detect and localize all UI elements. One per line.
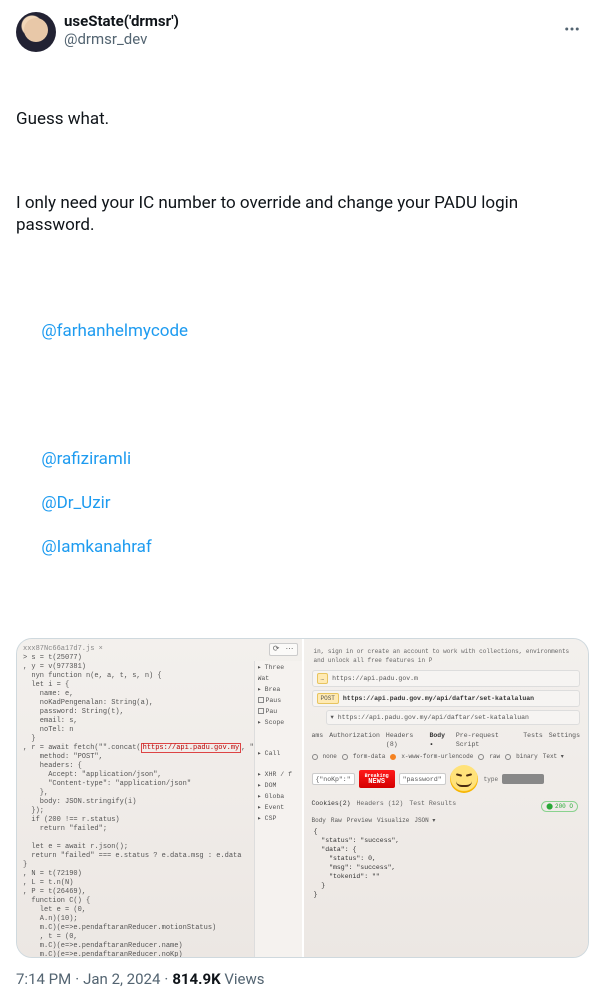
request-tabs: ams Authorization Headers (8) Body • Pre… xyxy=(312,731,581,749)
tweet-body: Guess what. I only need your IC number t… xyxy=(16,64,589,624)
devtools-side-panel: ▸ Three Wat ▸ Brea Paus Pau ▸ Scope ▸ Ca… xyxy=(254,661,302,957)
panel-item: ▸ Globa xyxy=(258,792,299,801)
media-right-postman: in, sign in or create an account to work… xyxy=(302,639,589,957)
reload-icon: ⟳ xyxy=(273,645,280,654)
url-row: ▾ https://api.padu.gov.my/api/daftar/set… xyxy=(326,710,581,725)
url-row: POST https://api.padu.gov.my/api/daftar/… xyxy=(312,690,581,707)
panel-item: Paus xyxy=(258,696,299,705)
response-tabs: Cookies(2) Headers (12) Test Results ⬤ 2… xyxy=(312,799,581,814)
panel-item: ▸ CSP xyxy=(258,814,299,823)
mention-link[interactable]: @rafiziramli xyxy=(41,449,131,469)
tweet-paragraph: I only need your IC number to override a… xyxy=(16,192,589,236)
status-badge: ⬤ 200 O xyxy=(541,801,578,812)
tab: Cookies(2) xyxy=(312,799,351,814)
mentions-row: @farhanhelmycode xyxy=(16,298,589,364)
url-text: https://api.padu.gov.my/api/daftar/set-k… xyxy=(343,694,534,703)
avatar[interactable] xyxy=(16,12,56,52)
method-pill: POST xyxy=(317,693,339,704)
panel-item: ▸ Scope xyxy=(258,718,299,727)
breaking-news-sticker: BreakingNEWS xyxy=(359,770,395,788)
tab: Settings xyxy=(549,731,580,749)
mention-link[interactable]: @farhanhelmycode xyxy=(41,321,188,341)
panel-item: ▸ Call xyxy=(258,749,299,758)
tab: Headers (12) xyxy=(357,799,404,814)
panel-item: ▸ XHR / f xyxy=(258,770,299,779)
radio-icon xyxy=(390,754,396,760)
panel-item: ▸ Event xyxy=(258,803,299,812)
tweet-media[interactable]: ⟳ ⋯ xxx87Nc66a17d7.js × > s = t(25077), … xyxy=(16,638,589,958)
tweet-time[interactable]: 7:14 PM xyxy=(16,970,71,988)
media-left-code: ⟳ ⋯ xxx87Nc66a17d7.js × > s = t(25077), … xyxy=(17,639,302,957)
url-text: https://api.padu.gov.my/api/daftar/set-k… xyxy=(338,713,529,722)
checkbox-icon xyxy=(258,697,264,703)
tab: Pre-request Script xyxy=(456,731,517,749)
views-label: Views xyxy=(224,970,264,988)
display-name: useState('drmsr') xyxy=(64,12,547,30)
redacted-block xyxy=(502,774,544,784)
panel-item: ▸ Brea xyxy=(258,685,299,694)
postman-banner: in, sign in or create an account to work… xyxy=(310,645,583,667)
panel-item: Wat xyxy=(258,674,299,683)
devtools-toolbar: ⟳ ⋯ xyxy=(269,643,298,656)
filename-tab: xxx87Nc66a17d7.js × xyxy=(23,645,296,654)
tab: Authorization xyxy=(329,731,380,749)
form-row: {"noKp":" BreakingNEWS "password" type xyxy=(312,765,581,793)
handle: @drmsr_dev xyxy=(64,30,547,48)
response-json: { "status": "success", "data": { "status… xyxy=(314,827,579,899)
panel-item: ▸ DOM xyxy=(258,781,299,790)
checkbox-icon xyxy=(258,708,264,714)
panel-item: Pau xyxy=(258,707,299,716)
blush-emoji-icon xyxy=(450,765,478,793)
tab: ams xyxy=(312,731,324,749)
method-pill: … xyxy=(317,673,329,684)
more-button[interactable] xyxy=(555,12,589,46)
views-count[interactable]: 814.9K xyxy=(172,970,220,988)
form-type-label: type xyxy=(484,775,498,784)
response-subtabs: Body Raw Preview Visualize JSON ▾ xyxy=(312,816,581,825)
radio-icon xyxy=(505,754,511,760)
panel-item: ▸ Three xyxy=(258,663,299,672)
tab: Test Results xyxy=(409,799,456,814)
mention-link[interactable]: @Iamkanahraf xyxy=(41,537,152,557)
url-row: … https://api.padu.gov.m xyxy=(312,670,581,687)
form-key: {"noKp":" xyxy=(312,773,355,785)
more-icon xyxy=(563,20,581,38)
mentions-row: @rafiziramli @Dr_Uzir @Iamkanahraf xyxy=(16,426,589,580)
radio-icon xyxy=(342,754,348,760)
method-arrow-icon: ▾ xyxy=(331,713,334,722)
tab: Headers (8) xyxy=(386,731,424,749)
radio-icon xyxy=(478,754,484,760)
body-type-row: none form-data x-www-form-urlencode raw … xyxy=(312,752,581,761)
tab: Tests xyxy=(523,731,543,749)
form-value-label: "password" xyxy=(399,773,446,785)
tweet-paragraph: Guess what. xyxy=(16,108,589,130)
tab: Body • xyxy=(429,731,449,749)
tweet-meta: 7:14 PM·Jan 2, 2024·814.9K Views xyxy=(16,970,589,1002)
mention-link[interactable]: @Dr_Uzir xyxy=(41,493,110,513)
tweet-date[interactable]: Jan 2, 2024 xyxy=(83,970,160,988)
tweet-header: useState('drmsr') @drmsr_dev xyxy=(16,12,589,52)
radio-icon xyxy=(312,754,318,760)
author-names[interactable]: useState('drmsr') @drmsr_dev xyxy=(64,12,547,48)
url-text: https://api.padu.gov.m xyxy=(332,674,418,683)
tweet-card: useState('drmsr') @drmsr_dev Guess what.… xyxy=(0,0,605,1002)
more-icon: ⋯ xyxy=(286,645,294,654)
